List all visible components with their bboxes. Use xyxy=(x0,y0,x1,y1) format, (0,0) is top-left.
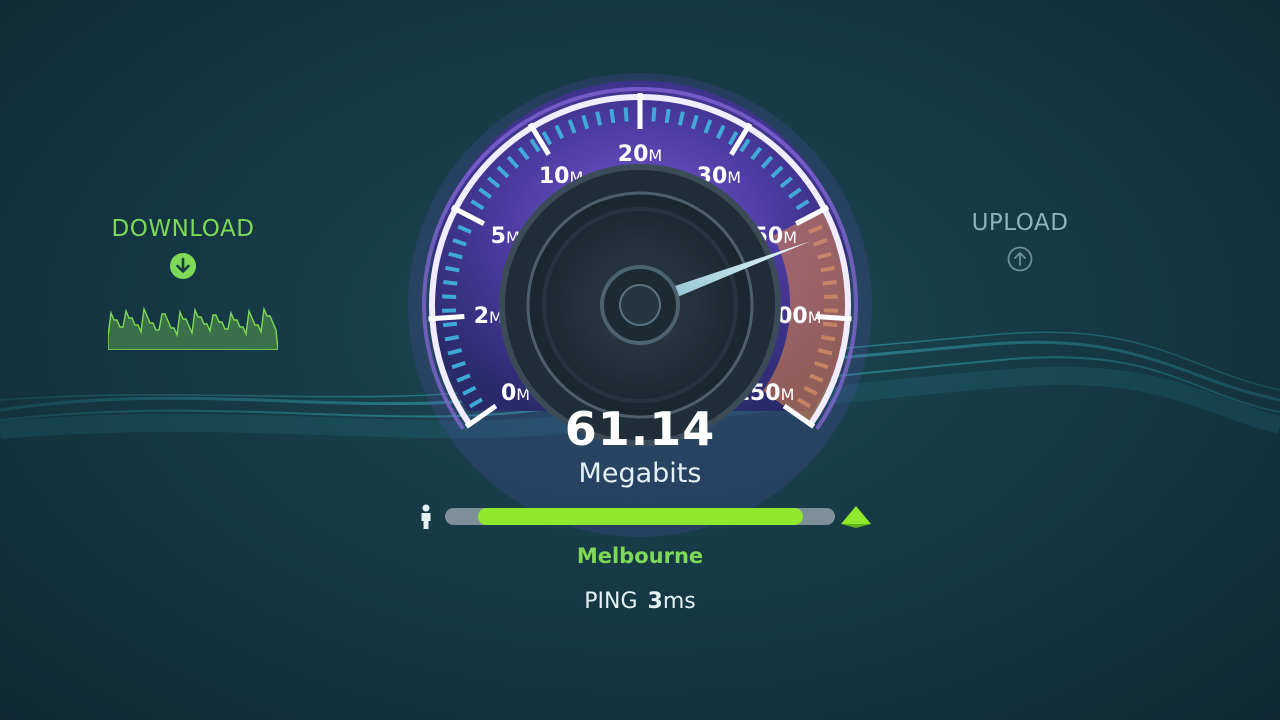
ping-label: PING xyxy=(584,589,638,614)
test-progress xyxy=(418,502,878,532)
gauge-minor-tick xyxy=(822,321,838,328)
speedtest-screen: DOWNLOAD UPLOAD 0M 2M 5M 10M 20M 30M 50M… xyxy=(0,0,1280,720)
gauge-minor-tick xyxy=(651,107,657,122)
gauge-minor-tick xyxy=(820,334,836,342)
ping-value: 3 xyxy=(647,589,663,614)
gauge-major-tick xyxy=(428,314,465,322)
gauge-minor-tick xyxy=(664,108,671,124)
gauge-minor-tick xyxy=(609,108,616,124)
person-icon xyxy=(421,504,431,529)
server-name: Melbourne xyxy=(576,544,704,568)
server-location-icon xyxy=(841,506,871,528)
gauge-minor-tick xyxy=(445,265,460,273)
progress-track xyxy=(445,508,835,525)
progress-fill xyxy=(478,508,803,525)
gauge-center-dot xyxy=(619,284,661,326)
gauge-minor-tick xyxy=(442,321,458,328)
gauge-minor-tick xyxy=(820,265,835,273)
gauge-minor-tick xyxy=(443,280,458,286)
ping-unit: ms xyxy=(662,589,696,614)
gauge-minor-tick xyxy=(822,280,837,286)
gauge-tick-label: 2M xyxy=(474,304,503,329)
gauge-minor-tick xyxy=(623,107,629,122)
speed-unit: Megabits xyxy=(578,458,702,489)
gauge-minor-tick xyxy=(442,294,457,299)
gauge-minor-tick xyxy=(444,334,460,342)
speed-value: 61.14 xyxy=(564,402,716,456)
ping-readout: PING 3ms xyxy=(520,589,760,614)
gauge-minor-tick xyxy=(823,294,838,299)
gauge-tick-label: 20M xyxy=(618,142,662,167)
